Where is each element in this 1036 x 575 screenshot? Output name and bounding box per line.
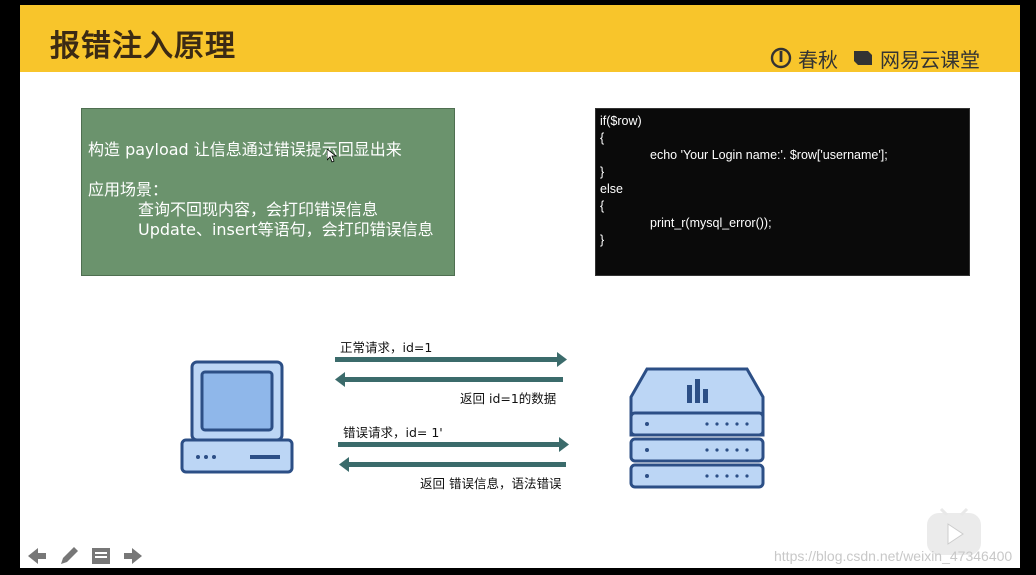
watermark-text: https://blog.csdn.net/weixin_47346400: [774, 548, 1013, 564]
error-request-label: 错误请求，id= 1': [343, 425, 443, 440]
arrow-right-icon: [335, 357, 557, 362]
previous-arrow-icon[interactable]: [26, 545, 48, 567]
menu-icon[interactable]: [90, 545, 112, 567]
normal-response-label: 返回 id=1的数据: [460, 391, 557, 406]
arrow-left-icon: [349, 462, 566, 467]
arrow-head-icon: [339, 457, 349, 472]
arrow-head-icon: [335, 372, 345, 387]
slide-controls: [26, 545, 144, 567]
arrow-head-icon: [559, 437, 569, 452]
error-response-label: 返回 错误信息，语法错误: [420, 476, 562, 491]
arrow-head-icon: [557, 352, 567, 367]
next-arrow-icon[interactable]: [122, 545, 144, 567]
slide: 报错注入原理 春秋 网易云课堂 构造 payload 让信息通过错误提示回显出来…: [20, 5, 1020, 568]
arrow-left-icon: [345, 377, 563, 382]
pen-icon[interactable]: [58, 545, 80, 567]
normal-request-label: 正常请求，id=1: [340, 340, 433, 355]
arrow-right-icon: [338, 442, 559, 447]
